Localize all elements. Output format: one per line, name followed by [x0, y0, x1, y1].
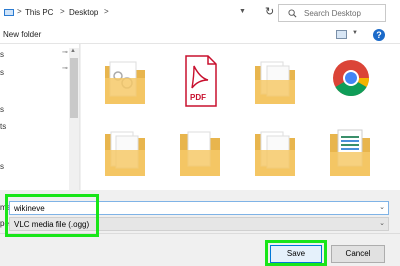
help-icon[interactable]: ?	[373, 29, 385, 41]
breadcrumb-desktop[interactable]: Desktop	[69, 8, 98, 17]
pin-icon[interactable]: ⊸	[62, 64, 68, 72]
pdf-label: PDF	[190, 93, 206, 102]
breadcrumb-separator[interactable]: >	[17, 7, 22, 16]
chevron-down-icon[interactable]: ⌄	[379, 203, 385, 211]
folder-icon[interactable]	[251, 124, 301, 184]
breadcrumb-separator[interactable]: >	[60, 7, 65, 16]
nav-item[interactable]: s	[0, 50, 4, 59]
breadcrumb-separator[interactable]: >	[104, 7, 109, 16]
cancel-button[interactable]: Cancel	[331, 245, 385, 263]
search-icon	[288, 9, 297, 18]
highlight-box	[5, 194, 99, 237]
breadcrumb-this-pc[interactable]: This PC	[25, 8, 53, 17]
nav-item[interactable]: ts	[0, 122, 6, 131]
scrollbar-thumb[interactable]	[70, 58, 78, 118]
address-bar-row: > This PC > Desktop > ▼ ↻ Search Desktop	[0, 0, 400, 26]
nav-scrollbar[interactable]: ▲	[69, 48, 79, 190]
nav-item[interactable]: s	[0, 68, 4, 77]
view-options-icon[interactable]	[336, 30, 347, 39]
search-placeholder: Search Desktop	[304, 9, 361, 18]
pdf-file-icon[interactable]: PDF	[176, 52, 226, 112]
chrome-icon[interactable]	[326, 52, 376, 112]
pin-icon[interactable]: ⊸	[62, 48, 68, 56]
folder-icon[interactable]	[326, 124, 376, 184]
this-pc-icon	[4, 9, 14, 16]
navigation-pane: s ⊸ s ⊸ s ts s	[0, 44, 80, 190]
folder-icon[interactable]	[251, 52, 301, 112]
chevron-down-icon[interactable]: ▼	[352, 30, 358, 36]
folder-icon[interactable]	[101, 52, 151, 112]
search-input[interactable]: Search Desktop	[278, 4, 386, 22]
folder-icon[interactable]	[101, 124, 151, 184]
folder-icon[interactable]	[176, 124, 226, 184]
highlight-box	[265, 240, 327, 266]
scroll-up-icon[interactable]: ▲	[70, 48, 76, 54]
new-folder-button[interactable]: New folder	[3, 30, 41, 39]
chevron-down-icon[interactable]: ⌄	[379, 219, 385, 227]
refresh-icon[interactable]: ↻	[265, 5, 274, 18]
chevron-down-icon[interactable]: ▼	[239, 8, 246, 15]
toolbar: New folder ▼ ?	[0, 26, 400, 44]
nav-item[interactable]: s	[0, 162, 4, 171]
file-list: PDF	[81, 44, 400, 190]
nav-item[interactable]: s	[0, 105, 4, 114]
